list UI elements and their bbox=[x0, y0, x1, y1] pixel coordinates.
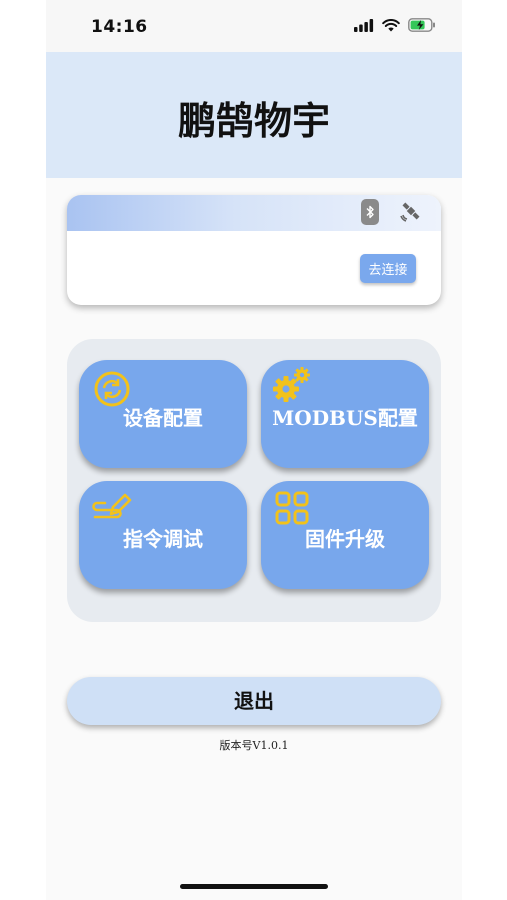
wifi-icon bbox=[382, 17, 400, 36]
logout-button[interactable]: 退出 bbox=[67, 677, 441, 725]
modbus-config-button[interactable]: MODBUS配置 bbox=[261, 360, 429, 468]
command-debug-label: 指令调试 bbox=[123, 527, 203, 551]
connection-card: 去连接 bbox=[67, 195, 441, 305]
device-config-button[interactable]: 设备配置 bbox=[79, 360, 247, 468]
home-indicator[interactable] bbox=[180, 884, 328, 889]
app-header: 鹏鹄物宇 bbox=[46, 52, 462, 178]
cellular-signal-icon bbox=[354, 17, 374, 36]
battery-charging-icon bbox=[408, 17, 436, 36]
app-screen: 14:16 鹏鹄物宇 去连接 设备配置 MODBUS配置 指令调试 固件升级 退… bbox=[46, 0, 462, 900]
connection-status-strip bbox=[67, 195, 441, 231]
firmware-upgrade-label: 固件升级 bbox=[305, 527, 385, 551]
command-debug-button[interactable]: 指令调试 bbox=[79, 481, 247, 589]
status-icons bbox=[354, 17, 436, 36]
device-config-label: 设备配置 bbox=[123, 406, 203, 430]
bluetooth-icon[interactable] bbox=[361, 199, 379, 225]
status-time: 14:16 bbox=[91, 17, 148, 37]
connect-button[interactable]: 去连接 bbox=[360, 254, 416, 283]
firmware-upgrade-button[interactable]: 固件升级 bbox=[261, 481, 429, 589]
menu-panel: 设备配置 MODBUS配置 指令调试 固件升级 bbox=[67, 339, 441, 622]
app-title: 鹏鹄物宇 bbox=[177, 98, 330, 143]
modbus-config-label: MODBUS配置 bbox=[272, 406, 418, 430]
status-bar: 14:16 bbox=[46, 0, 462, 52]
version-label: 版本号V1.0.1 bbox=[219, 739, 289, 752]
satellite-icon[interactable] bbox=[399, 199, 423, 223]
